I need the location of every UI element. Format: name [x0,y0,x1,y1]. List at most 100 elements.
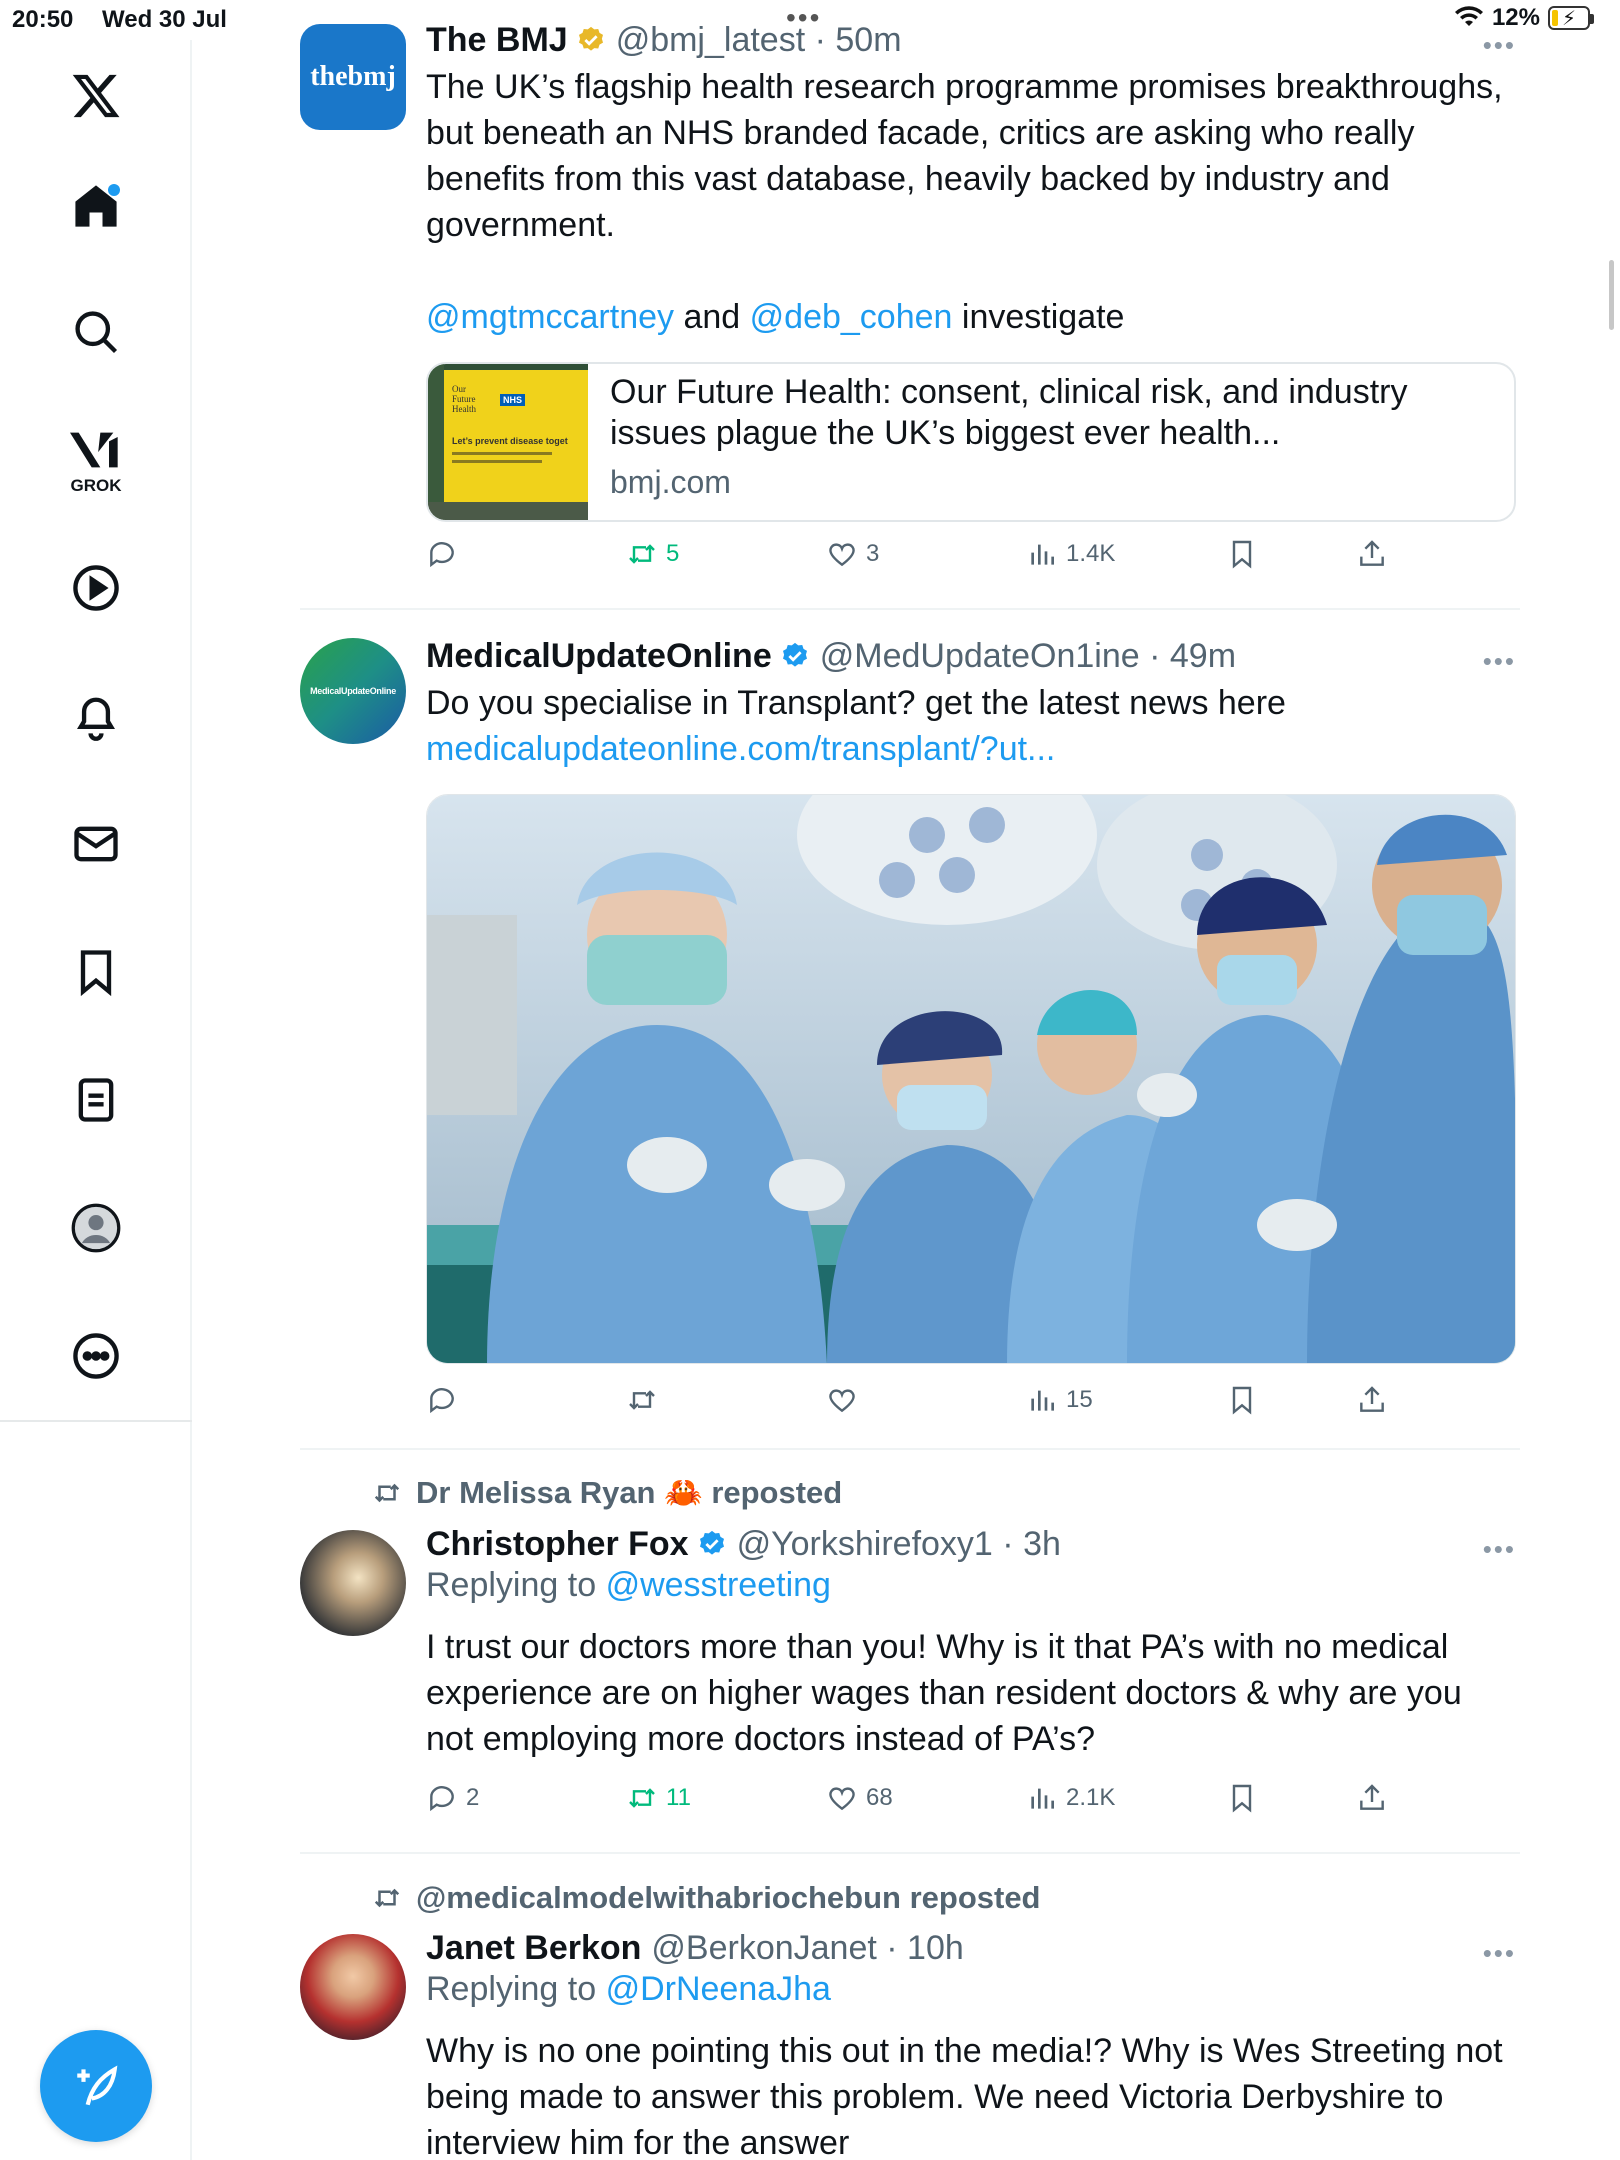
author-handle[interactable]: @bmj_latest [616,21,805,60]
author-name[interactable]: MedicalUpdateOnline [426,637,772,676]
avatar[interactable] [300,1530,406,1636]
more-options-icon[interactable]: ••• [1483,30,1516,61]
replying-to-line: Replying to @DrNeenaJha [426,1970,831,2008]
repost-icon [629,1390,655,1410]
bookmark-button[interactable] [1226,1782,1258,1814]
tweet-actions: 15 [426,1384,1426,1428]
tweet-text: The UK’s flagship health research progra… [426,68,1503,244]
reply-button[interactable] [426,1384,466,1416]
repost-button[interactable]: 5 [626,538,679,570]
more-options-icon[interactable]: ••• [1483,1534,1516,1565]
like-button[interactable] [826,1384,866,1416]
bell-icon[interactable] [66,686,126,746]
timestamp[interactable]: 3h [1023,1525,1061,1564]
grok-icon[interactable] [66,420,126,480]
tweet-text: Why is no one pointing this out in the m… [426,2032,1503,2160]
views-button[interactable]: 2.1K [1026,1782,1115,1814]
tweet-mentions-line: @mgtmccartney and @deb_cohen investigate [426,298,1125,336]
surgery-photo [427,795,1515,1363]
tweet-link[interactable]: medicalupdateonline.com/transplant/?ut..… [426,726,1516,772]
repost-button[interactable]: 11 [626,1782,691,1814]
reply-button[interactable]: 2 [426,1782,479,1814]
reply-icon [430,542,454,568]
link-preview-image: Our Future Health NHS Let’s prevent dise… [428,364,588,520]
sidebar: GROK [0,40,192,2160]
tweet-divider [300,608,1520,610]
repost-icon [374,1483,400,1502]
tweet-actions: 2 11 68 2.1K [426,1782,1426,1826]
home-notification-dot [108,184,120,196]
scrollbar[interactable] [1609,260,1614,330]
author-handle[interactable]: @Yorkshirefoxy1 [737,1525,993,1564]
link-preview-domain: bmj.com [610,464,731,500]
bookmark-icon[interactable] [66,942,126,1002]
timestamp[interactable]: 10h [907,1929,964,1968]
like-button[interactable]: 68 [826,1782,893,1814]
avatar[interactable]: MedicalUpdateOnline [300,638,406,744]
share-button[interactable] [1356,1384,1388,1416]
timestamp[interactable]: 50m [835,21,901,60]
verified-gold-badge-icon [576,25,606,55]
share-button[interactable] [1356,538,1388,570]
profile-avatar-icon[interactable] [66,1198,126,1258]
replying-to-link[interactable]: @DrNeenaJha [606,1970,831,2008]
avatar-logo-text: thebmj [310,61,396,92]
heart-icon [829,543,855,567]
mention-link[interactable]: @deb_cohen [750,298,953,336]
author-name[interactable]: Christopher Fox [426,1525,689,1564]
views-chart-icon [1031,1390,1054,1411]
sidebar-divider [0,1420,192,1422]
share-icon [1360,1386,1384,1412]
mail-icon[interactable] [66,814,126,874]
replying-to-link[interactable]: @wesstreeting [606,1566,831,1604]
reply-button[interactable] [426,538,466,570]
status-date: Wed 30 Jul [102,6,227,33]
avatar[interactable]: thebmj [300,24,406,130]
views-button[interactable]: 1.4K [1026,538,1115,570]
battery-icon: ⚡ [1548,6,1594,30]
status-time: 20:50 [12,6,74,33]
more-options-icon[interactable]: ••• [1483,1938,1516,1969]
tweet-actions: 5 3 1.4K [426,538,1426,582]
x-logo-icon[interactable] [66,66,126,126]
share-icon [1360,1784,1384,1810]
repost-icon [629,1788,655,1808]
reposted-by-line[interactable]: @medicalmodelwithabriochebun reposted [372,1880,1041,1916]
repost-button[interactable] [626,1384,666,1416]
compose-feather-icon [77,2065,118,2106]
bookmark-icon [1232,1784,1252,1813]
repost-icon [374,1888,400,1908]
verified-badge-icon [697,1529,727,1559]
link-preview-card[interactable]: Our Future Health NHS Let’s prevent dise… [426,362,1516,522]
tweet-divider [300,1852,1520,1854]
share-button[interactable] [1356,1782,1388,1814]
repost-icon [629,544,655,564]
compose-post-button[interactable] [40,2030,152,2142]
more-options-icon[interactable]: ••• [1483,646,1516,677]
views-button[interactable]: 15 [1026,1384,1093,1416]
heart-icon [829,1389,855,1413]
more-options-icon[interactable] [66,1326,126,1386]
video-play-icon[interactable] [66,558,126,618]
tweet-text: I trust our doctors more than you! Why i… [426,1628,1462,1758]
home-icon[interactable] [66,176,126,236]
bookmark-button[interactable] [1226,1384,1258,1416]
verified-badge-icon [780,641,810,671]
lists-icon[interactable] [66,1070,126,1130]
author-name[interactable]: The BMJ [426,21,568,60]
link-preview-title: Our Future Health: consent, clinical ris… [610,373,1408,452]
timestamp[interactable]: 49m [1170,637,1236,676]
avatar[interactable] [300,1934,406,2040]
reposted-by-line[interactable]: Dr Melissa Ryan 🦀 reposted [372,1474,842,1511]
views-chart-icon [1031,544,1054,565]
tweet-media-image[interactable] [426,794,1516,1364]
tweet-divider [300,1448,1520,1450]
author-handle[interactable]: @MedUpdateOn1ine [820,637,1140,676]
bookmark-button[interactable] [1226,538,1258,570]
bookmark-icon [1232,1386,1252,1415]
like-button[interactable]: 3 [826,538,879,570]
author-handle[interactable]: @BerkonJanet [651,1929,876,1968]
search-icon[interactable] [66,302,126,362]
author-name[interactable]: Janet Berkon [426,1929,641,1968]
mention-link[interactable]: @mgtmccartney [426,298,674,336]
